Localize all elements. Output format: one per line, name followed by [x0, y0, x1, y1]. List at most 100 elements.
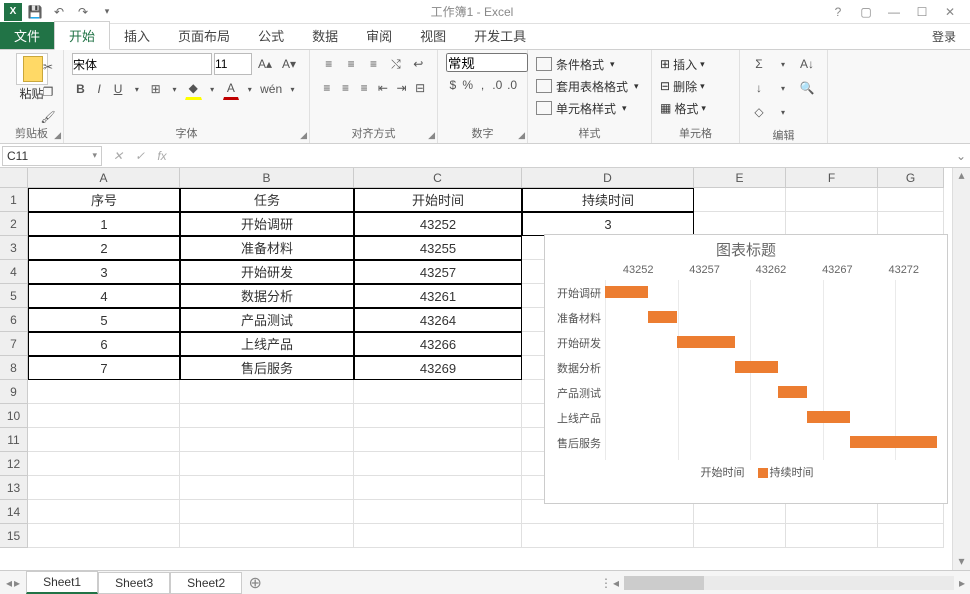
- cell[interactable]: 准备材料: [180, 236, 354, 260]
- scroll-up-button[interactable]: ▴: [953, 168, 970, 184]
- cell[interactable]: 开始调研: [180, 212, 354, 236]
- column-header[interactable]: D: [522, 168, 694, 188]
- phonetic-dropdown[interactable]: ▾: [284, 78, 301, 100]
- autosum-button[interactable]: Σ: [748, 53, 770, 75]
- cell[interactable]: 上线产品: [180, 332, 354, 356]
- underline-button[interactable]: U: [110, 78, 127, 100]
- select-all-corner[interactable]: [0, 168, 28, 188]
- tab-insert[interactable]: 插入: [110, 22, 164, 49]
- scroll-left-button[interactable]: ◂: [608, 576, 624, 590]
- underline-dropdown[interactable]: ▾: [128, 78, 145, 100]
- cancel-formula-button[interactable]: ✕: [108, 149, 128, 163]
- cell[interactable]: [354, 452, 522, 476]
- phonetic-button[interactable]: wén: [260, 78, 282, 100]
- embedded-chart[interactable]: 图表标题 4325243257432624326743272 开始调研准备材料开…: [544, 234, 948, 504]
- format-painter-button[interactable]: 🖌: [37, 106, 59, 128]
- cell[interactable]: [28, 380, 180, 404]
- name-box[interactable]: C11▾: [2, 146, 102, 166]
- tab-view[interactable]: 视图: [406, 22, 460, 49]
- tab-file[interactable]: 文件: [0, 22, 54, 49]
- cell[interactable]: [28, 476, 180, 500]
- cell[interactable]: 持续时间: [522, 188, 694, 212]
- tab-home[interactable]: 开始: [54, 21, 110, 50]
- tab-formulas[interactable]: 公式: [244, 22, 298, 49]
- align-right-button[interactable]: ≡: [355, 77, 373, 99]
- cell[interactable]: 43261: [354, 284, 522, 308]
- expand-formula-bar-button[interactable]: ⌄: [952, 149, 970, 163]
- row-header[interactable]: 12: [0, 452, 28, 476]
- cell[interactable]: [180, 404, 354, 428]
- cell[interactable]: 3: [522, 212, 694, 236]
- cell[interactable]: [354, 524, 522, 548]
- cell[interactable]: [28, 500, 180, 524]
- cell[interactable]: 43269: [354, 356, 522, 380]
- row-header[interactable]: 4: [0, 260, 28, 284]
- cell[interactable]: [354, 404, 522, 428]
- cell[interactable]: [878, 212, 944, 236]
- cell[interactable]: 6: [28, 332, 180, 356]
- scroll-down-button[interactable]: ▾: [953, 554, 970, 570]
- cell[interactable]: [28, 428, 180, 452]
- qat-customize-button[interactable]: ▾: [96, 1, 118, 23]
- tab-data[interactable]: 数据: [298, 22, 352, 49]
- cell[interactable]: 序号: [28, 188, 180, 212]
- cell[interactable]: [354, 380, 522, 404]
- conditional-format-button[interactable]: 条件格式▾: [536, 53, 643, 75]
- row-header[interactable]: 6: [0, 308, 28, 332]
- row-header[interactable]: 13: [0, 476, 28, 500]
- sheet-nav-next[interactable]: ▸: [14, 576, 20, 590]
- cell-styles-button[interactable]: 单元格样式▾: [536, 97, 643, 119]
- sort-filter-button[interactable]: A↓: [796, 53, 818, 75]
- number-format-combo[interactable]: [446, 53, 528, 72]
- copy-button[interactable]: ❐: [37, 81, 59, 103]
- clipboard-dialog-launcher[interactable]: ◢: [54, 130, 61, 141]
- horizontal-scrollbar[interactable]: ⋮ ◂ ▸: [600, 576, 970, 590]
- cell[interactable]: 43264: [354, 308, 522, 332]
- increase-indent-button[interactable]: ⇥: [393, 77, 411, 99]
- cell[interactable]: 7: [28, 356, 180, 380]
- cell[interactable]: 售后服务: [180, 356, 354, 380]
- wrap-text-button[interactable]: ↩: [408, 53, 429, 75]
- row-header[interactable]: 3: [0, 236, 28, 260]
- cell[interactable]: 任务: [180, 188, 354, 212]
- cell[interactable]: [522, 524, 694, 548]
- clear-button[interactable]: ◇: [748, 101, 770, 123]
- cell[interactable]: [694, 188, 786, 212]
- column-header[interactable]: B: [180, 168, 354, 188]
- sheet-nav-prev[interactable]: ◂: [6, 576, 12, 590]
- cell[interactable]: [878, 524, 944, 548]
- redo-button[interactable]: ↷: [72, 1, 94, 23]
- row-header[interactable]: 1: [0, 188, 28, 212]
- row-header[interactable]: 15: [0, 524, 28, 548]
- tab-review[interactable]: 审阅: [352, 22, 406, 49]
- align-center-button[interactable]: ≡: [337, 77, 355, 99]
- font-size-combo[interactable]: [214, 53, 252, 75]
- close-button[interactable]: ✕: [938, 2, 962, 22]
- cell[interactable]: [694, 212, 786, 236]
- column-header[interactable]: E: [694, 168, 786, 188]
- fill-color-dropdown[interactable]: ▾: [204, 78, 221, 100]
- sheet-tab-3[interactable]: Sheet2: [170, 572, 242, 594]
- alignment-dialog-launcher[interactable]: ◢: [428, 130, 435, 141]
- cell[interactable]: [28, 524, 180, 548]
- increase-decimal-button[interactable]: .0: [490, 74, 504, 96]
- sheet-tab-1[interactable]: Sheet1: [26, 571, 98, 594]
- sheet-tab-2[interactable]: Sheet3: [98, 572, 170, 594]
- font-name-combo[interactable]: [72, 53, 212, 75]
- cell[interactable]: [28, 452, 180, 476]
- cell[interactable]: 5: [28, 308, 180, 332]
- align-middle-button[interactable]: ≡: [340, 53, 361, 75]
- orientation-button[interactable]: ⤭: [385, 53, 406, 75]
- cell[interactable]: [786, 188, 878, 212]
- login-link[interactable]: 登录: [918, 24, 970, 49]
- hscroll-track[interactable]: [624, 576, 954, 590]
- cell[interactable]: [180, 452, 354, 476]
- cell[interactable]: [786, 212, 878, 236]
- fill-dropdown[interactable]: ▾: [772, 77, 794, 99]
- cell[interactable]: [354, 428, 522, 452]
- row-header[interactable]: 5: [0, 284, 28, 308]
- decrease-font-button[interactable]: A▾: [278, 53, 300, 75]
- italic-button[interactable]: I: [91, 78, 108, 100]
- insert-cells-button[interactable]: ⊞ 插入 ▾: [660, 53, 731, 75]
- cell[interactable]: 产品测试: [180, 308, 354, 332]
